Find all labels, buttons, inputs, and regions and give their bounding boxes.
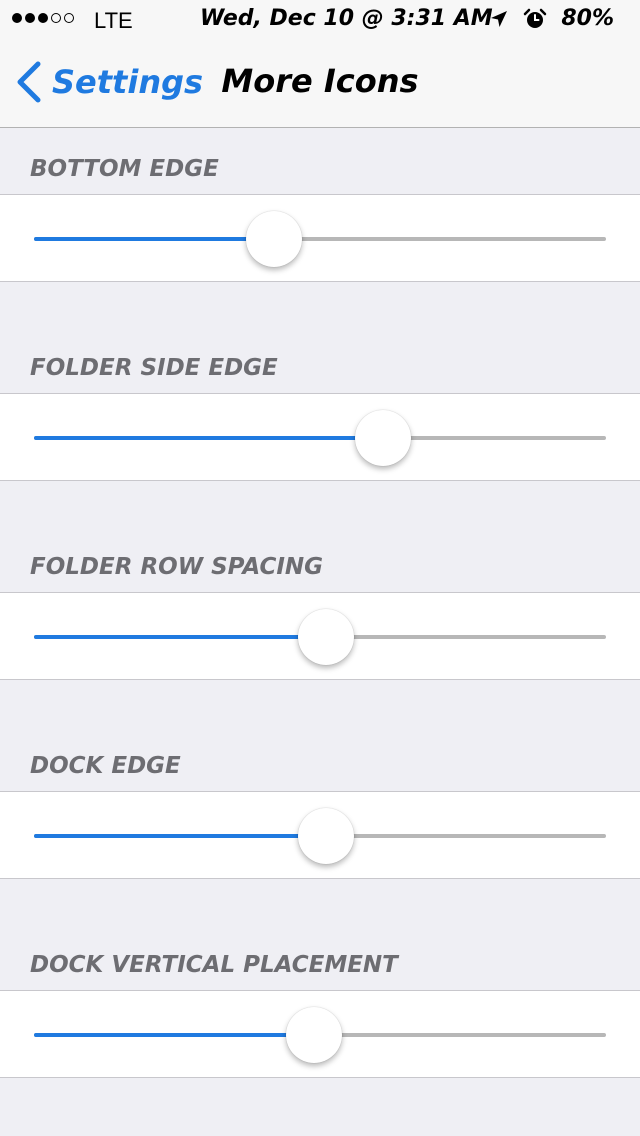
slider-cell <box>0 393 640 481</box>
status-right-group: 80% <box>489 6 614 31</box>
status-bar: LTE Wed, Dec 10 @ 3:31 AM 80% <box>0 0 640 40</box>
signal-dot <box>38 13 48 23</box>
signal-dot <box>51 13 61 23</box>
slider-track-min[interactable] <box>34 237 275 241</box>
value-slider[interactable] <box>34 609 606 665</box>
slider-track-min[interactable] <box>34 1033 315 1037</box>
slider-cell <box>0 592 640 680</box>
signal-strength-indicator <box>12 13 74 23</box>
signal-dot <box>12 13 22 23</box>
section-header: DOCK EDGE <box>30 753 181 779</box>
alarm-clock-icon <box>523 7 547 31</box>
slider-thumb[interactable] <box>286 1007 343 1063</box>
slider-thumb[interactable] <box>354 410 411 466</box>
slider-cell <box>0 990 640 1078</box>
carrier-label: LTE <box>94 8 133 33</box>
slider-thumb[interactable] <box>297 808 354 864</box>
section-header: BOTTOM EDGE <box>30 156 219 182</box>
settings-list: BOTTOM EDGE FOLDER SIDE EDGE FOLDER ROW SP… <box>0 128 640 1078</box>
battery-percentage: 80% <box>561 6 614 31</box>
section-header: DOCK VERTICAL PLACEMENT <box>30 952 398 978</box>
location-arrow-icon <box>489 9 509 29</box>
slider-thumb[interactable] <box>297 609 354 665</box>
page-title: More Icons <box>221 62 419 100</box>
slider-cell <box>0 194 640 282</box>
section-header: FOLDER ROW SPACING <box>30 554 324 580</box>
slider-track-min[interactable] <box>34 436 383 440</box>
chevron-left-icon <box>14 60 42 104</box>
value-slider[interactable] <box>34 808 606 864</box>
value-slider[interactable] <box>34 410 606 466</box>
slider-track-min[interactable] <box>34 635 326 639</box>
section-header: FOLDER SIDE EDGE <box>30 355 278 381</box>
signal-dot <box>25 13 35 23</box>
slider-thumb[interactable] <box>246 211 303 267</box>
value-slider[interactable] <box>34 1007 606 1063</box>
navigation-bar: Settings More Icons <box>0 40 640 128</box>
status-datetime: Wed, Dec 10 @ 3:31 AM <box>200 6 493 31</box>
slider-track-min[interactable] <box>34 834 326 838</box>
slider-cell <box>0 791 640 879</box>
signal-dot <box>64 13 74 23</box>
value-slider[interactable] <box>34 211 606 267</box>
